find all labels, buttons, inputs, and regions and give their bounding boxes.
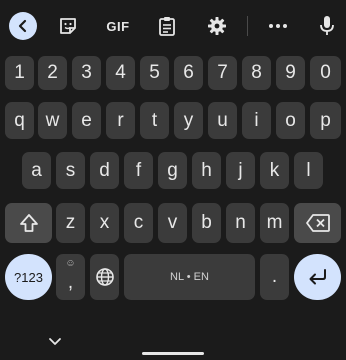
key-c[interactable]: c	[124, 203, 153, 243]
key-o[interactable]: o	[276, 102, 305, 139]
key-2[interactable]: 2	[38, 56, 67, 90]
key-r[interactable]: r	[106, 102, 135, 139]
voice-input-button[interactable]	[314, 12, 340, 40]
key-l[interactable]: l	[294, 152, 323, 189]
globe-icon	[95, 268, 114, 286]
key-s[interactable]: s	[56, 152, 85, 189]
key-d[interactable]: d	[90, 152, 119, 189]
more-horizontal-icon	[269, 24, 287, 28]
key-n[interactable]: n	[226, 203, 255, 243]
key-y[interactable]: y	[174, 102, 203, 139]
key-x[interactable]: x	[90, 203, 119, 243]
space-key[interactable]: NL • EN	[124, 254, 255, 300]
clipboard-icon	[159, 17, 175, 36]
gear-icon	[208, 17, 226, 35]
enter-key[interactable]	[294, 254, 341, 300]
key-m[interactable]: m	[260, 203, 289, 243]
key-i[interactable]: i	[242, 102, 271, 139]
chevron-down-icon	[49, 338, 61, 345]
chevron-left-icon	[18, 19, 27, 33]
key-6[interactable]: 6	[174, 56, 203, 90]
key-w[interactable]: w	[38, 102, 67, 139]
backspace-icon	[305, 214, 330, 232]
emoji-hint-icon: ☺	[65, 258, 76, 269]
key-4[interactable]: 4	[106, 56, 135, 90]
key-a[interactable]: a	[22, 152, 51, 189]
keyboard-toolbar: GIF	[0, 0, 346, 52]
sticker-button[interactable]	[55, 12, 81, 40]
symbols-key[interactable]: ?123	[5, 254, 52, 300]
key-5[interactable]: 5	[140, 56, 169, 90]
hide-keyboard-button[interactable]	[46, 332, 64, 350]
clipboard-button[interactable]	[154, 12, 180, 40]
home-gesture-pill[interactable]	[142, 352, 204, 355]
key-3[interactable]: 3	[72, 56, 101, 90]
key-9[interactable]: 9	[276, 56, 305, 90]
key-e[interactable]: e	[72, 102, 101, 139]
key-7[interactable]: 7	[208, 56, 237, 90]
backspace-key[interactable]	[294, 203, 341, 243]
comma-label: ,	[67, 272, 74, 293]
key-h[interactable]: h	[192, 152, 221, 189]
key-g[interactable]: g	[158, 152, 187, 189]
key-8[interactable]: 8	[242, 56, 271, 90]
shift-icon	[19, 214, 38, 232]
comma-key[interactable]: ☺ ,	[56, 254, 85, 300]
key-z[interactable]: z	[56, 203, 85, 243]
key-q[interactable]: q	[5, 102, 34, 139]
language-key[interactable]	[90, 254, 119, 300]
period-key[interactable]: .	[260, 254, 289, 300]
back-button[interactable]	[9, 12, 37, 40]
more-button[interactable]	[264, 12, 292, 40]
key-v[interactable]: v	[158, 203, 187, 243]
toolbar-divider	[247, 16, 248, 36]
key-f[interactable]: f	[124, 152, 153, 189]
shift-key[interactable]	[5, 203, 52, 243]
gif-button[interactable]: GIF	[102, 12, 134, 40]
key-j[interactable]: j	[226, 152, 255, 189]
key-0[interactable]: 0	[310, 56, 341, 90]
mic-icon	[320, 16, 334, 35]
settings-button[interactable]	[204, 12, 230, 40]
key-u[interactable]: u	[208, 102, 237, 139]
key-p[interactable]: p	[310, 102, 341, 139]
key-k[interactable]: k	[260, 152, 289, 189]
enter-icon	[309, 269, 326, 285]
sticker-icon	[60, 18, 76, 34]
key-b[interactable]: b	[192, 203, 221, 243]
key-1[interactable]: 1	[5, 56, 34, 90]
key-t[interactable]: t	[140, 102, 169, 139]
